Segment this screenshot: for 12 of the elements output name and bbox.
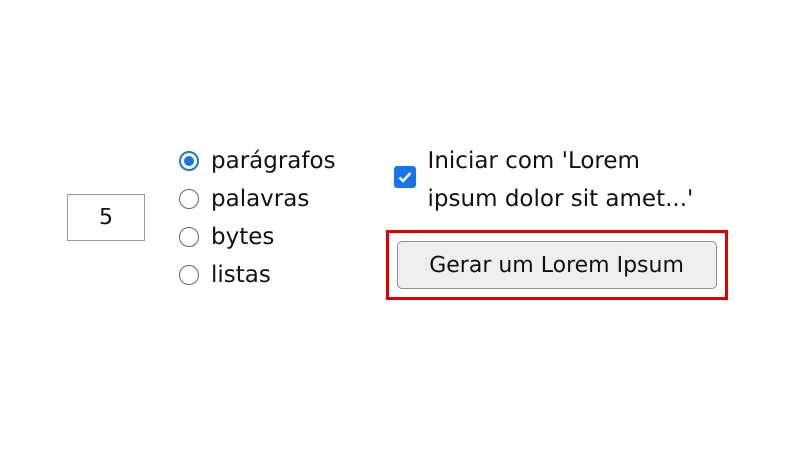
checkbox[interactable] — [394, 166, 416, 188]
radio-label: parágrafos — [211, 148, 336, 174]
radio-button[interactable] — [179, 151, 199, 171]
radio-label: palavras — [211, 186, 310, 212]
radio-label: bytes — [211, 224, 274, 250]
checkbox-label: Iniciar com 'Lorem ipsum dolor sit amet...' — [428, 147, 694, 214]
radio-button[interactable] — [179, 189, 199, 209]
radio-button[interactable] — [179, 227, 199, 247]
radio-label: listas — [211, 262, 271, 288]
number-field[interactable]: 5 — [67, 194, 145, 241]
generate-button[interactable]: Gerar um Lorem Ipsum — [396, 241, 717, 289]
radio-button[interactable] — [179, 265, 199, 285]
